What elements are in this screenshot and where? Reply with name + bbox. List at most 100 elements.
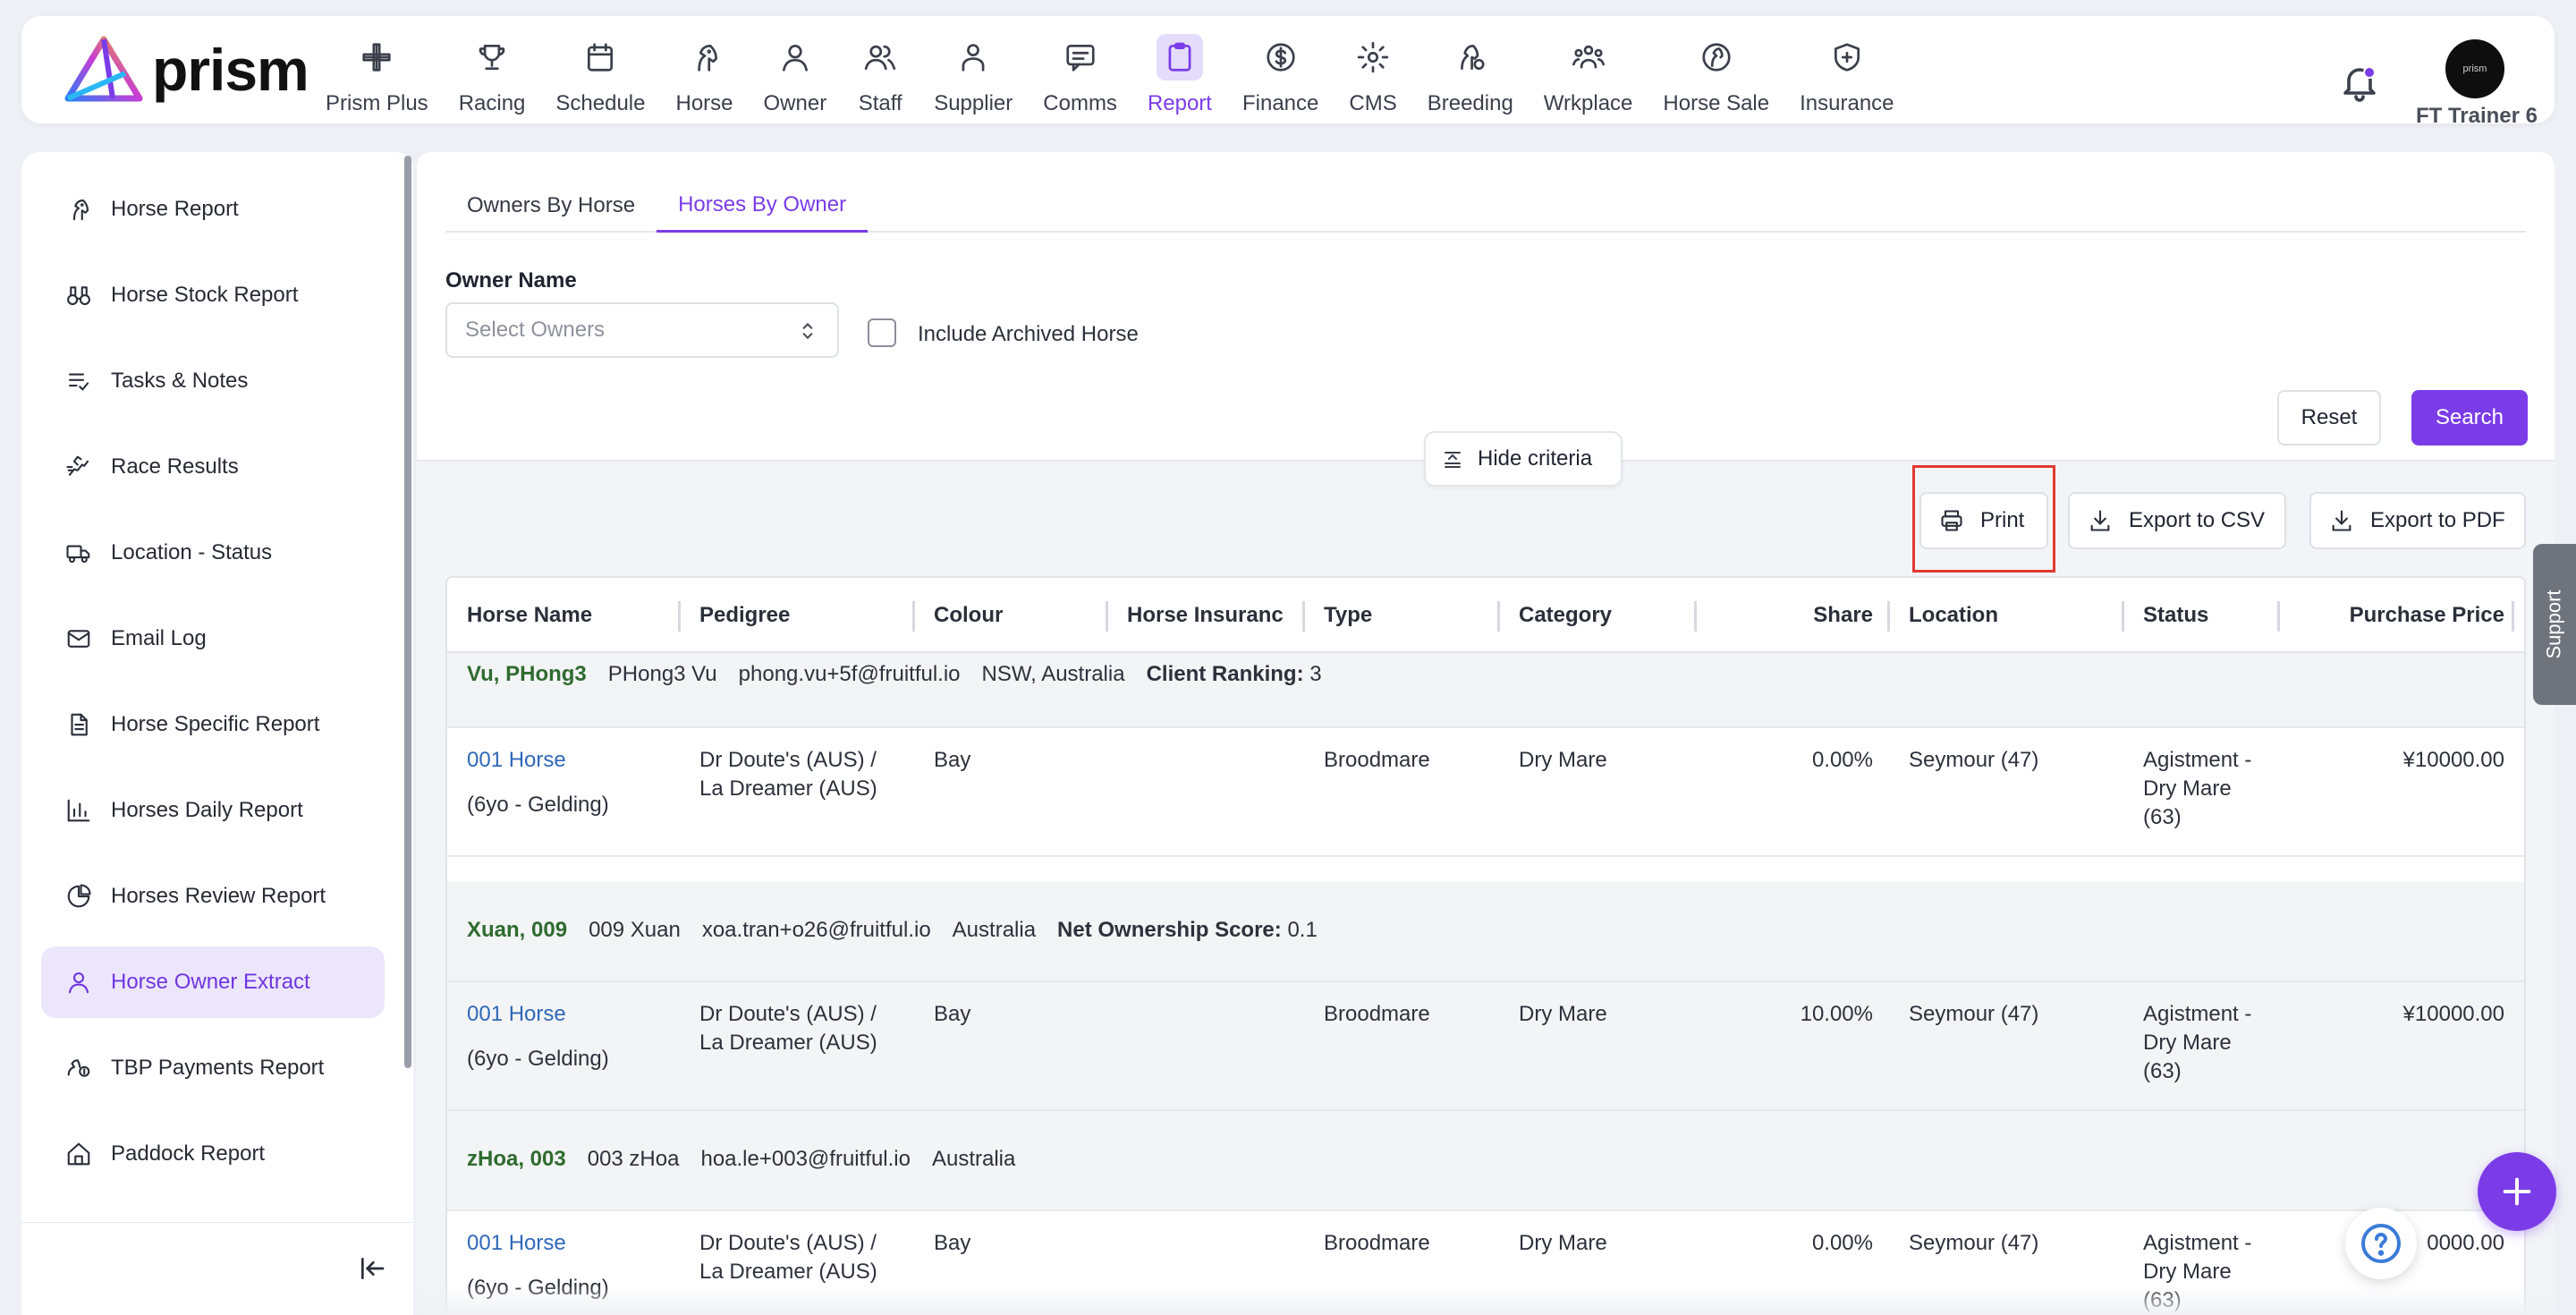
nav-item-supplier[interactable]: Supplier xyxy=(925,34,1021,123)
help-icon[interactable] xyxy=(2345,1208,2417,1279)
column-header-share[interactable]: Share xyxy=(1716,603,1873,628)
sidebar-item-location-status[interactable]: Location - Status xyxy=(41,517,385,589)
sidebar-item-race-results[interactable]: Race Results xyxy=(41,431,385,503)
add-fab-button[interactable] xyxy=(2478,1152,2556,1231)
owner-name-link[interactable]: Vu, PHong3 xyxy=(467,662,587,687)
sidebar-item-horse-report[interactable]: Horse Report xyxy=(41,174,385,245)
nav-item-horse-sale[interactable]: Horse Sale xyxy=(1654,34,1778,123)
location-cell: Seymour (47) xyxy=(1909,1002,2039,1026)
export-csv-button[interactable]: Export to CSV xyxy=(2068,492,2286,549)
sidebar-item-tbp-payments-report[interactable]: TBP Payments Report xyxy=(41,1032,385,1104)
nav-item-owner[interactable]: Owner xyxy=(755,34,836,123)
notification-bell-icon[interactable] xyxy=(2338,61,2381,104)
tab-horses-by-owner[interactable]: Horses By Owner xyxy=(657,179,869,233)
column-resize-handle[interactable] xyxy=(1106,601,1108,632)
nav-item-cms[interactable]: CMS xyxy=(1340,34,1405,123)
user-name[interactable]: FT Trainer 6 xyxy=(2410,104,2544,129)
nav-item-wrkplace[interactable]: Wrkplace xyxy=(1535,34,1642,123)
user-avatar[interactable]: prism xyxy=(2445,39,2504,98)
reset-button[interactable]: Reset xyxy=(2277,390,2381,445)
horse-name-link[interactable]: 001 Horse xyxy=(467,746,609,775)
collapse-up-icon xyxy=(1445,452,1461,468)
horse-head-icon xyxy=(64,195,93,224)
column-resize-handle[interactable] xyxy=(1887,601,1890,632)
support-tab[interactable]: Support xyxy=(2533,544,2576,705)
column-header-horse-insuranc[interactable]: Horse Insuranc xyxy=(1127,603,1297,628)
owner-email: xoa.tran+o26@fruitful.io xyxy=(701,918,931,942)
horse-age-sex: (6yo - Gelding) xyxy=(467,793,609,817)
export-pdf-button[interactable]: Export to PDF xyxy=(2309,492,2526,549)
main-content: Owners By Horse Horses By Owner Owner Na… xyxy=(417,152,2555,1315)
include-archived-checkbox[interactable] xyxy=(868,318,896,347)
column-resize-handle[interactable] xyxy=(1302,601,1305,632)
horse-name-link[interactable]: 001 Horse xyxy=(467,1000,609,1029)
column-header-pedigree[interactable]: Pedigree xyxy=(699,603,914,628)
column-resize-handle[interactable] xyxy=(1694,601,1697,632)
owner-name-link[interactable]: zHoa, 003 xyxy=(467,1147,566,1172)
share-cell: 10.00% xyxy=(1800,1002,1873,1026)
horse-payment-icon xyxy=(64,1054,93,1082)
nav-item-comms[interactable]: Comms xyxy=(1034,34,1126,123)
column-header-colour[interactable]: Colour xyxy=(934,603,1104,628)
table-row[interactable]: 001 Horse (6yo - Gelding) Dr Doute's (AU… xyxy=(447,728,2524,857)
nav-label: Breeding xyxy=(1427,91,1513,115)
nav-item-report[interactable]: Report xyxy=(1139,34,1221,123)
status-line: Agistment - xyxy=(2143,1231,2252,1255)
sidebar-item-tasks-notes[interactable]: Tasks & Notes xyxy=(41,345,385,417)
column-header-type[interactable]: Type xyxy=(1324,603,1494,628)
sidebar-item-horse-stock-report[interactable]: Horse Stock Report xyxy=(41,259,385,331)
collapse-sidebar-icon[interactable] xyxy=(354,1251,390,1286)
column-resize-handle[interactable] xyxy=(1497,601,1500,632)
nav-item-staff[interactable]: Staff xyxy=(848,34,912,123)
owner-metric-label: Net Ownership Score: xyxy=(1057,918,1282,942)
tab-owners-by-horse[interactable]: Owners By Horse xyxy=(445,179,657,233)
owner-email: hoa.le+003@fruitful.io xyxy=(700,1147,911,1171)
horse-name-link[interactable]: 001 Horse xyxy=(467,1229,609,1258)
trophy-icon xyxy=(469,34,515,81)
sidebar-item-horse-specific-report[interactable]: Horse Specific Report xyxy=(41,689,385,760)
sidebar-item-horse-owner-extract[interactable]: Horse Owner Extract xyxy=(41,946,385,1018)
pedigree-sire: Dr Doute's (AUS) / xyxy=(699,1231,877,1255)
column-header-purchase-price[interactable]: Purchase Price xyxy=(2299,603,2504,628)
horse-head-icon xyxy=(682,34,728,81)
column-resize-handle[interactable] xyxy=(2277,601,2280,632)
owner-select[interactable]: Select Owners xyxy=(445,302,839,358)
column-header-horse-name[interactable]: Horse Name xyxy=(467,603,673,628)
nav-label: Supplier xyxy=(934,91,1013,115)
nav-item-prism-plus[interactable]: Prism Plus xyxy=(317,34,437,123)
nav-label: CMS xyxy=(1349,91,1397,115)
hide-criteria-button[interactable]: Hide criteria xyxy=(1424,431,1623,487)
print-highlight-box xyxy=(1912,465,2055,573)
column-resize-handle[interactable] xyxy=(2512,601,2514,632)
export-pdf-label: Export to PDF xyxy=(2370,508,2505,532)
column-header-status[interactable]: Status xyxy=(2143,603,2277,628)
nav-label: Comms xyxy=(1043,91,1117,115)
column-header-location[interactable]: Location xyxy=(1909,603,2114,628)
sidebar-item-email-log[interactable]: Email Log xyxy=(41,603,385,674)
nav-item-racing[interactable]: Racing xyxy=(450,34,535,123)
table-row[interactable]: 001 Horse (6yo - Gelding) Dr Doute's (AU… xyxy=(447,982,2524,1111)
column-resize-handle[interactable] xyxy=(678,601,681,632)
column-header-category[interactable]: Category xyxy=(1519,603,1689,628)
nav-item-finance[interactable]: Finance xyxy=(1233,34,1327,123)
prism-logo[interactable]: prism xyxy=(63,34,309,106)
nav-item-breeding[interactable]: Breeding xyxy=(1419,34,1522,123)
nav-item-insurance[interactable]: Insurance xyxy=(1791,34,1902,123)
supplier-person-icon xyxy=(950,34,996,81)
sidebar-scrollbar[interactable] xyxy=(404,156,411,1068)
search-button[interactable]: Search xyxy=(2411,390,2528,445)
sidebar-item-horses-daily-report[interactable]: Horses Daily Report xyxy=(41,775,385,846)
report-tabs: Owners By Horse Horses By Owner xyxy=(445,179,2526,233)
owner-group-row: zHoa, 003 003 zHoa hoa.le+003@fruitful.i… xyxy=(447,1111,2524,1211)
include-archived-label: Include Archived Horse xyxy=(918,322,1139,346)
dollar-coin-icon xyxy=(1258,34,1304,81)
sidebar-item-horses-review-report[interactable]: Horses Review Report xyxy=(41,861,385,932)
sidebar-item-paddock-report[interactable]: Paddock Report xyxy=(41,1118,385,1190)
column-resize-handle[interactable] xyxy=(912,601,915,632)
nav-item-horse[interactable]: Horse xyxy=(666,34,741,123)
nav-label: Prism Plus xyxy=(326,91,428,115)
column-resize-handle[interactable] xyxy=(2122,601,2124,632)
owner-group-row: Vu, PHong3 PHong3 Vu phong.vu+5f@fruitfu… xyxy=(447,653,2524,728)
nav-item-schedule[interactable]: Schedule xyxy=(547,34,654,123)
owner-name-link[interactable]: Xuan, 009 xyxy=(467,918,567,943)
